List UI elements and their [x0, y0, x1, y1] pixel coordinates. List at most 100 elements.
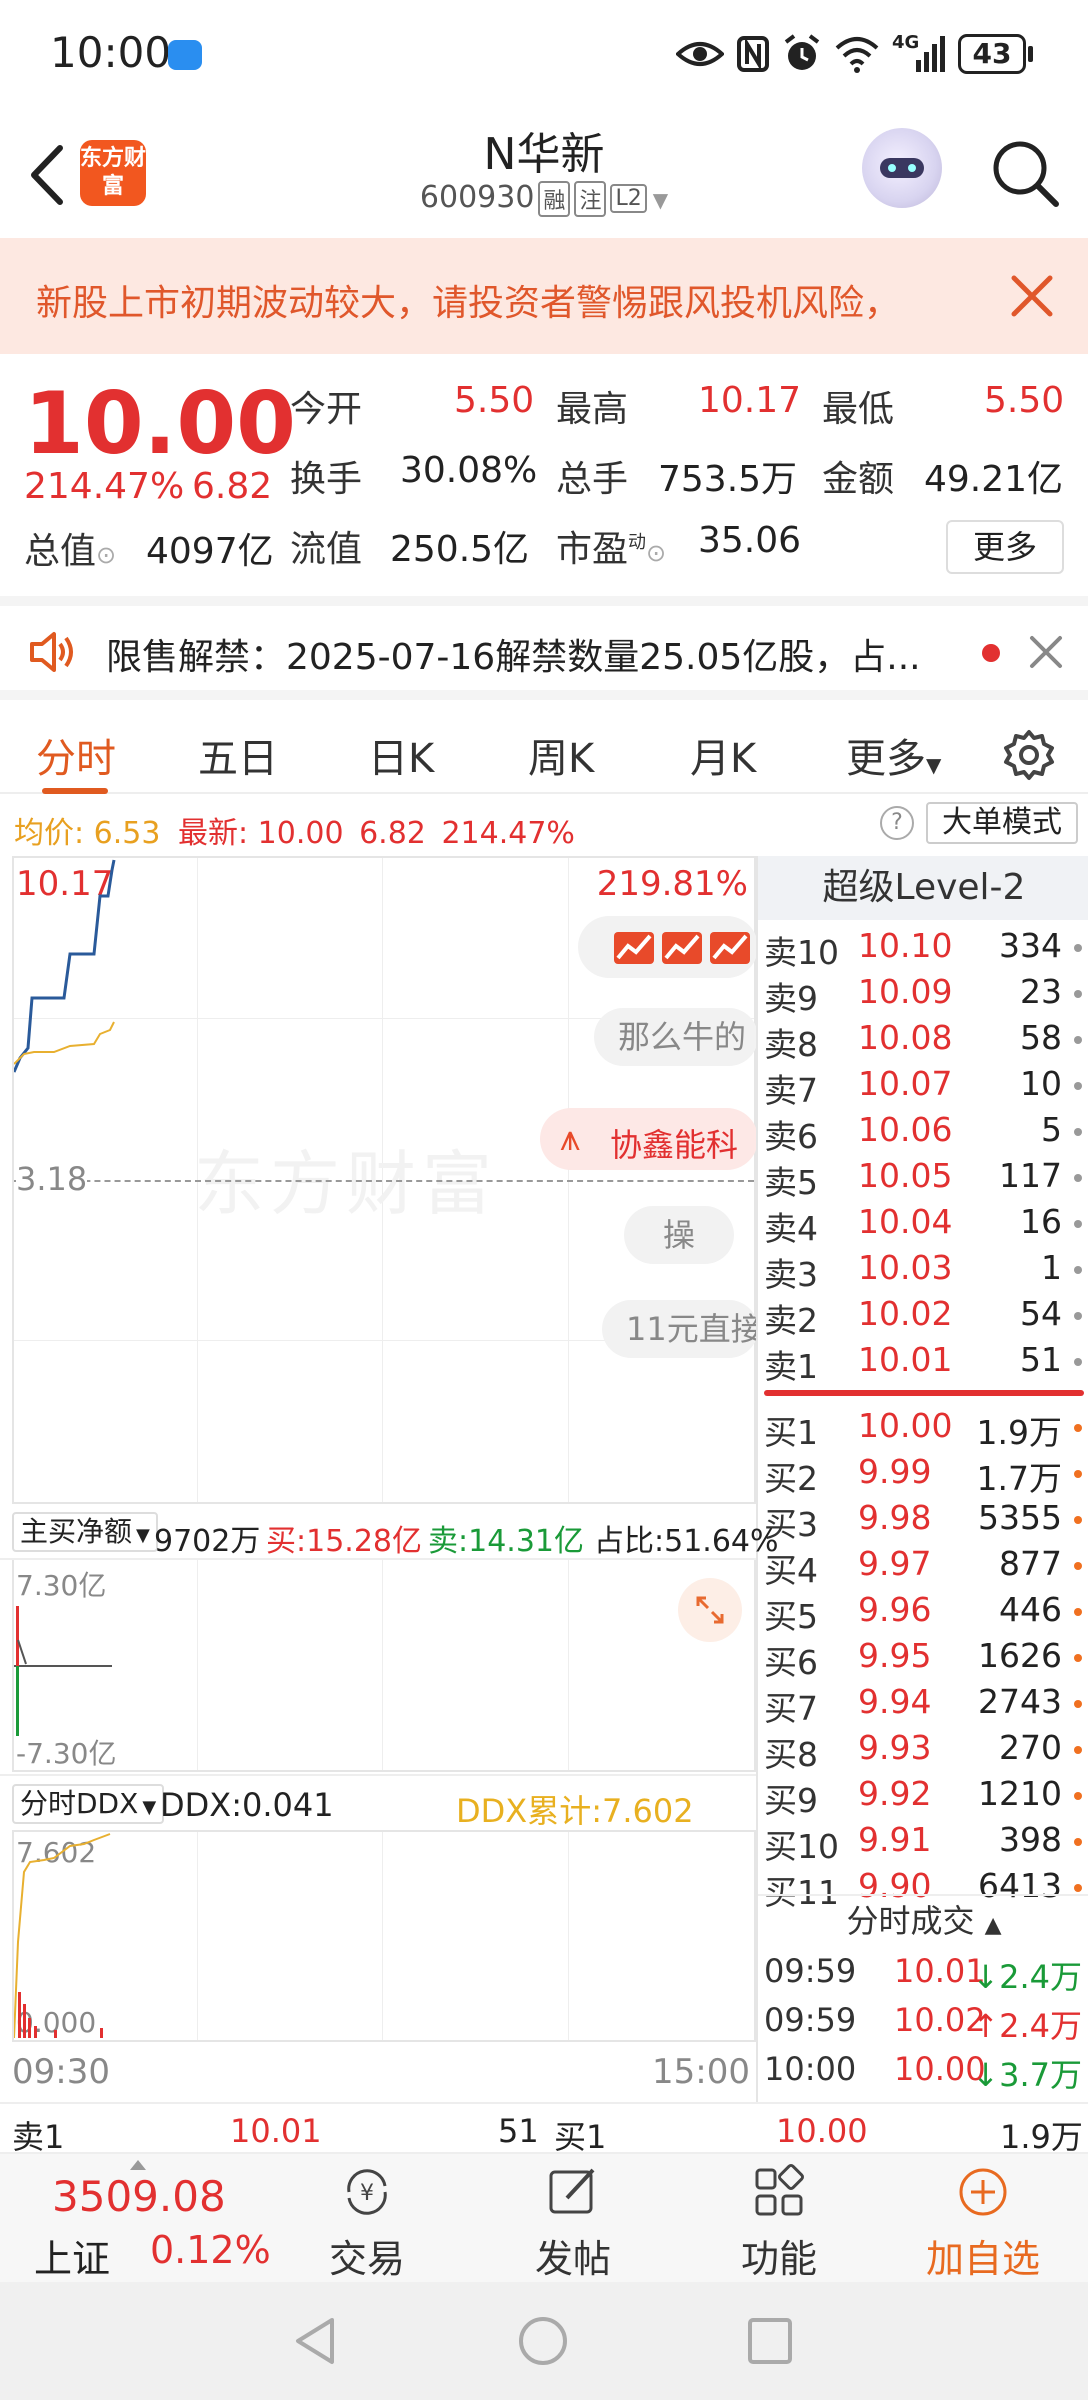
total-cap-label[interactable]: 总值⊙ — [24, 522, 116, 574]
ask-row[interactable]: 卖9 10.09 23 — [758, 972, 1088, 1018]
avg-price: 6.53 — [93, 816, 161, 851]
ask-price: 10.04 — [858, 1202, 953, 1241]
latest-price: 10.00 — [257, 816, 344, 851]
caret-up-icon — [130, 2160, 146, 2170]
ask-row[interactable]: 卖3 10.03 1 — [758, 1248, 1088, 1294]
plus-circle-icon — [959, 2168, 1007, 2216]
ask-price: 10.09 — [858, 972, 953, 1011]
nav-trade[interactable]: ¥ 交易 — [302, 2164, 432, 2283]
ddx-chart[interactable]: 7.602 0.000 — [12, 1830, 756, 2042]
tab-five-day[interactable]: 五日 — [198, 726, 278, 784]
bid-price: 9.94 — [858, 1682, 932, 1721]
tab-intraday[interactable]: 分时 — [36, 726, 116, 784]
nav-functions[interactable]: 功能 — [714, 2164, 844, 2283]
search-icon[interactable] — [990, 138, 1060, 208]
back-triangle-icon[interactable] — [290, 2314, 340, 2368]
tab-monthly-k[interactable]: 月K — [690, 726, 756, 784]
volume-dot — [1074, 1562, 1082, 1570]
status-time: 10:00 — [50, 28, 172, 77]
flow-ratio: 占比:51.64% — [594, 1524, 779, 1559]
turnover-label: 换手 — [290, 459, 363, 500]
bid-row[interactable]: 买3 9.98 5355 — [758, 1498, 1088, 1544]
index-value: 3509.08 — [52, 2172, 226, 2221]
bid-row[interactable]: 买1 10.00 1.9万 — [758, 1406, 1088, 1452]
comment-bubble-3[interactable]: 操 — [624, 1206, 734, 1264]
tab-more[interactable]: 更多▼ — [846, 726, 941, 784]
info-icon: ⊙ — [646, 539, 667, 567]
flow-sell: 卖:14.31亿 — [428, 1524, 584, 1559]
bid-row[interactable]: 买10 9.91 398 — [758, 1820, 1088, 1866]
trade-row[interactable]: 09:59 10.01 ↓2.4万 — [758, 1952, 1088, 2000]
bid-volume: 2743 — [978, 1682, 1062, 1721]
ask-row[interactable]: 卖1 10.01 51 — [758, 1340, 1088, 1386]
trade-row[interactable]: 09:59 10.02 ↑2.4万 — [758, 2001, 1088, 2049]
nav-post[interactable]: 发帖 — [508, 2164, 638, 2283]
best-ask-price: 10.01 — [230, 2112, 322, 2150]
notice-bar[interactable]: 限售解禁：2025-07-16解禁数量25.05亿股，占... — [0, 596, 1088, 690]
bid-row[interactable]: 买8 9.93 270 — [758, 1728, 1088, 1774]
amount-value: 49.21亿 — [924, 459, 1064, 500]
bid-row[interactable]: 买2 9.99 1.7万 — [758, 1452, 1088, 1498]
more-button[interactable]: 更多 — [946, 520, 1064, 574]
ai-assistant-icon[interactable] — [862, 128, 942, 208]
flow-chart[interactable]: 7.30亿 -7.30亿 — [12, 1560, 756, 1772]
tab-weekly-k[interactable]: 周K — [528, 726, 594, 784]
bid-row[interactable]: 买4 9.97 877 — [758, 1544, 1088, 1590]
nav-add-watchlist[interactable]: 加自选 — [918, 2164, 1048, 2283]
intraday-chart[interactable]: 东方财富 10.17 219.81% 3.18 那么牛的 ⩚ 协鑫能科 操 11… — [12, 856, 758, 1504]
level2-title[interactable]: 超级Level-2 — [758, 856, 1088, 920]
ask-row[interactable]: 卖2 10.02 54 — [758, 1294, 1088, 1340]
ask-row[interactable]: 卖10 10.10 334 — [758, 926, 1088, 972]
pe-value: 35.06 — [698, 520, 802, 561]
apps-icon — [755, 2164, 804, 2216]
firecracker-icon: ⩚ — [560, 1118, 581, 1159]
bid-row[interactable]: 买9 9.92 1210 — [758, 1774, 1088, 1820]
ask-row[interactable]: 卖5 10.05 117 — [758, 1156, 1088, 1202]
chart-info-bar: 均价: 6.53 最新: 10.00 6.82 214.47% ? 大单模式 — [0, 796, 1088, 851]
rising-bubble[interactable] — [578, 916, 758, 978]
bid-volume: 446 — [999, 1590, 1062, 1629]
quote-panel: 10.00 214.47% 6.82 总值⊙ 4097亿 今开 5.50 最高 … — [0, 354, 1088, 594]
trade-row[interactable]: 10:00 10.00 ↓3.7万 — [758, 2050, 1088, 2098]
index-ticker[interactable]: 3509.08 上证 0.12% — [20, 2160, 280, 2281]
help-icon[interactable]: ? — [880, 806, 914, 840]
stock-code: 600930 — [419, 180, 535, 215]
ask-level: 卖6 — [764, 1117, 818, 1156]
bid-row[interactable]: 买6 9.95 1626 — [758, 1636, 1088, 1682]
pe-label[interactable]: 市盈动⊙ — [556, 520, 666, 572]
gear-icon[interactable] — [1002, 728, 1056, 782]
bid-row[interactable]: 买7 9.94 2743 — [758, 1682, 1088, 1728]
bid-level: 买5 — [764, 1597, 818, 1636]
flow-indicator-select[interactable]: 主买净额 ▼ — [12, 1512, 158, 1552]
bid-row[interactable]: 买5 9.96 446 — [758, 1590, 1088, 1636]
close-icon[interactable] — [1026, 632, 1066, 672]
ddx-indicator-select[interactable]: 分时DDX ▼ — [12, 1784, 165, 1824]
tab-daily-k[interactable]: 日K — [368, 726, 434, 784]
big-order-mode-button[interactable]: 大单模式 — [926, 802, 1078, 844]
bid-ask-separator — [764, 1390, 1084, 1396]
index-name: 上证 — [34, 2237, 111, 2281]
flow-net: 9702万 — [154, 1524, 261, 1559]
expand-button[interactable] — [678, 1578, 742, 1642]
ask-volume: 54 — [1020, 1294, 1062, 1333]
comment-bubble-2[interactable]: ⩚ 协鑫能科 — [540, 1108, 758, 1170]
volume-dot — [1074, 1174, 1082, 1182]
home-circle-icon[interactable] — [516, 2314, 570, 2368]
recents-square-icon[interactable] — [744, 2314, 794, 2368]
ask-row[interactable]: 卖4 10.04 16 — [758, 1202, 1088, 1248]
ask-row[interactable]: 卖8 10.08 58 — [758, 1018, 1088, 1064]
ask-level: 卖4 — [764, 1209, 818, 1248]
change-amount: 6.82 — [192, 466, 273, 507]
volume-dot — [1074, 1312, 1082, 1320]
float-cap-value: 250.5亿 — [390, 529, 530, 570]
ask-row[interactable]: 卖7 10.07 10 — [758, 1064, 1088, 1110]
ask-row[interactable]: 卖6 10.06 5 — [758, 1110, 1088, 1156]
comment-bubble-1[interactable]: 那么牛的 — [594, 1008, 758, 1066]
trades-title[interactable]: 分时成交 ▲ — [758, 1894, 1088, 1944]
volume-dot — [1074, 1838, 1082, 1846]
open-value: 5.50 — [454, 380, 535, 421]
close-icon[interactable] — [1004, 268, 1060, 324]
ask-price: 10.03 — [858, 1248, 953, 1287]
comment-bubble-4[interactable]: 11元直接 — [602, 1300, 758, 1358]
message-app-icon — [168, 40, 202, 70]
